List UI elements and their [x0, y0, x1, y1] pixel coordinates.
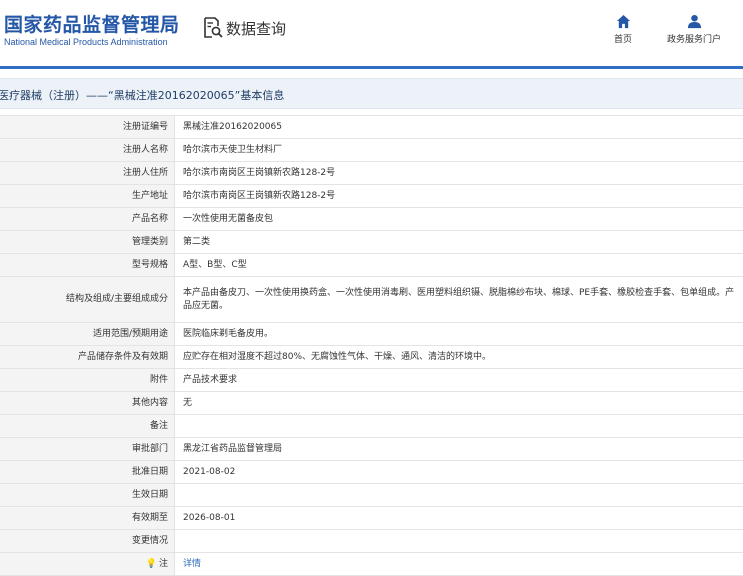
field-label: 注: [158, 558, 168, 569]
field-label: 有效期至: [0, 506, 175, 530]
detail-table: 注册证编号 黑械注准20162020065 注册人名称 哈尔滨市天使卫生材料厂 …: [0, 115, 743, 576]
lightbulb-icon: 💡: [145, 558, 157, 569]
field-value: 无: [174, 391, 743, 415]
field-value: 产品技术要求: [174, 368, 743, 392]
table-row: 注册证编号 黑械注准20162020065: [0, 115, 743, 139]
table-row: 备注: [0, 414, 743, 438]
field-value: 第二类: [174, 230, 743, 254]
table-row: 注册人住所 哈尔滨市南岗区王岗镇新农路128-2号: [0, 161, 743, 185]
note-label-cell: 💡 注: [0, 552, 175, 576]
field-label: 审批部门: [0, 437, 175, 461]
table-row: 注册人名称 哈尔滨市天使卫生材料厂: [0, 138, 743, 162]
table-row: 管理类别 第二类: [0, 230, 743, 254]
field-label: 变更情况: [0, 529, 175, 553]
table-row: 有效期至 2026-08-01: [0, 506, 743, 530]
user-icon: [687, 14, 701, 29]
field-value: 哈尔滨市天使卫生材料厂: [174, 138, 743, 162]
field-label: 产品名称: [0, 207, 175, 231]
field-label: 注册人名称: [0, 138, 175, 162]
breadcrumb-text: 医疗器械（注册）——“黑械注准20162020065”基本信息: [0, 89, 285, 102]
field-label: 型号规格: [0, 253, 175, 277]
field-label: 产品储存条件及有效期: [0, 345, 175, 369]
field-label: 注册证编号: [0, 115, 175, 139]
table-row: 审批部门 黑龙江省药品监督管理局: [0, 437, 743, 461]
search-document-icon: [204, 17, 223, 38]
nav-user-portal-label: 政务服务门户: [667, 35, 722, 45]
logo-title-en[interactable]: National Medical Products Administration: [4, 37, 168, 47]
field-label: 适用范围/预期用途: [0, 322, 175, 346]
site-header: 国家药品监督管理局 National Medical Products Admi…: [0, 0, 743, 69]
nav-home-link[interactable]: 首页: [614, 14, 632, 45]
field-label: 批准日期: [0, 460, 175, 484]
details-link[interactable]: 详情: [183, 559, 201, 569]
field-label: 结构及组成/主要组成成分: [0, 276, 175, 323]
table-row: 生效日期: [0, 483, 743, 507]
header-divider-bar: [0, 66, 743, 69]
table-row: 附件 产品技术要求: [0, 368, 743, 392]
field-value: 详情: [174, 552, 743, 576]
home-icon: [616, 14, 630, 29]
field-value: 2026-08-01: [174, 506, 743, 530]
field-label: 其他内容: [0, 391, 175, 415]
table-row: 产品名称 一次性使用无菌备皮包: [0, 207, 743, 231]
field-value: A型、B型、C型: [174, 253, 743, 277]
field-value: 一次性使用无菌备皮包: [174, 207, 743, 231]
field-value: 哈尔滨市南岗区王岗镇新农路128-2号: [174, 184, 743, 208]
table-row: 💡 注 详情: [0, 552, 743, 576]
breadcrumb: 医疗器械（注册）——“黑械注准20162020065”基本信息: [0, 78, 743, 109]
data-query-label: 数据查询: [226, 19, 287, 38]
nav-user-portal-link[interactable]: 政务服务门户: [667, 14, 721, 45]
table-row: 结构及组成/主要组成成分 本产品由备皮刀、一次性使用换药盒、一次性使用消毒刷、医…: [0, 276, 743, 323]
table-row: 型号规格 A型、B型、C型: [0, 253, 743, 277]
field-label: 注册人住所: [0, 161, 175, 185]
field-value: 2021-08-02: [174, 460, 743, 484]
field-value: 黑龙江省药品监督管理局: [174, 437, 743, 461]
field-label: 备注: [0, 414, 175, 438]
field-label: 生效日期: [0, 483, 175, 507]
logo-title-cn[interactable]: 国家药品监督管理局: [4, 10, 180, 37]
field-label: 管理类别: [0, 230, 175, 254]
field-value: 黑械注准20162020065: [174, 115, 743, 139]
table-row: 其他内容 无: [0, 391, 743, 415]
nav-home-label: 首页: [614, 35, 633, 45]
table-row: 批准日期 2021-08-02: [0, 460, 743, 484]
field-value: 哈尔滨市南岗区王岗镇新农路128-2号: [174, 161, 743, 185]
field-label: 生产地址: [0, 184, 175, 208]
field-value: 应贮存在相对湿度不超过80%、无腐蚀性气体、干燥、通风、清洁的环境中。: [174, 345, 743, 369]
field-label: 附件: [0, 368, 175, 392]
table-row: 适用范围/预期用途 医院临床剃毛备皮用。: [0, 322, 743, 346]
field-value: [174, 529, 743, 553]
table-row: 产品储存条件及有效期 应贮存在相对湿度不超过80%、无腐蚀性气体、干燥、通风、清…: [0, 345, 743, 369]
field-value: [174, 414, 743, 438]
field-value: 医院临床剃毛备皮用。: [174, 322, 743, 346]
table-row: 变更情况: [0, 529, 743, 553]
table-row: 生产地址 哈尔滨市南岗区王岗镇新农路128-2号: [0, 184, 743, 208]
field-value: 本产品由备皮刀、一次性使用换药盒、一次性使用消毒刷、医用塑料组织镊、脱脂棉纱布块…: [174, 276, 743, 323]
data-query-link[interactable]: 数据查询: [203, 17, 286, 39]
field-value: [174, 483, 743, 507]
